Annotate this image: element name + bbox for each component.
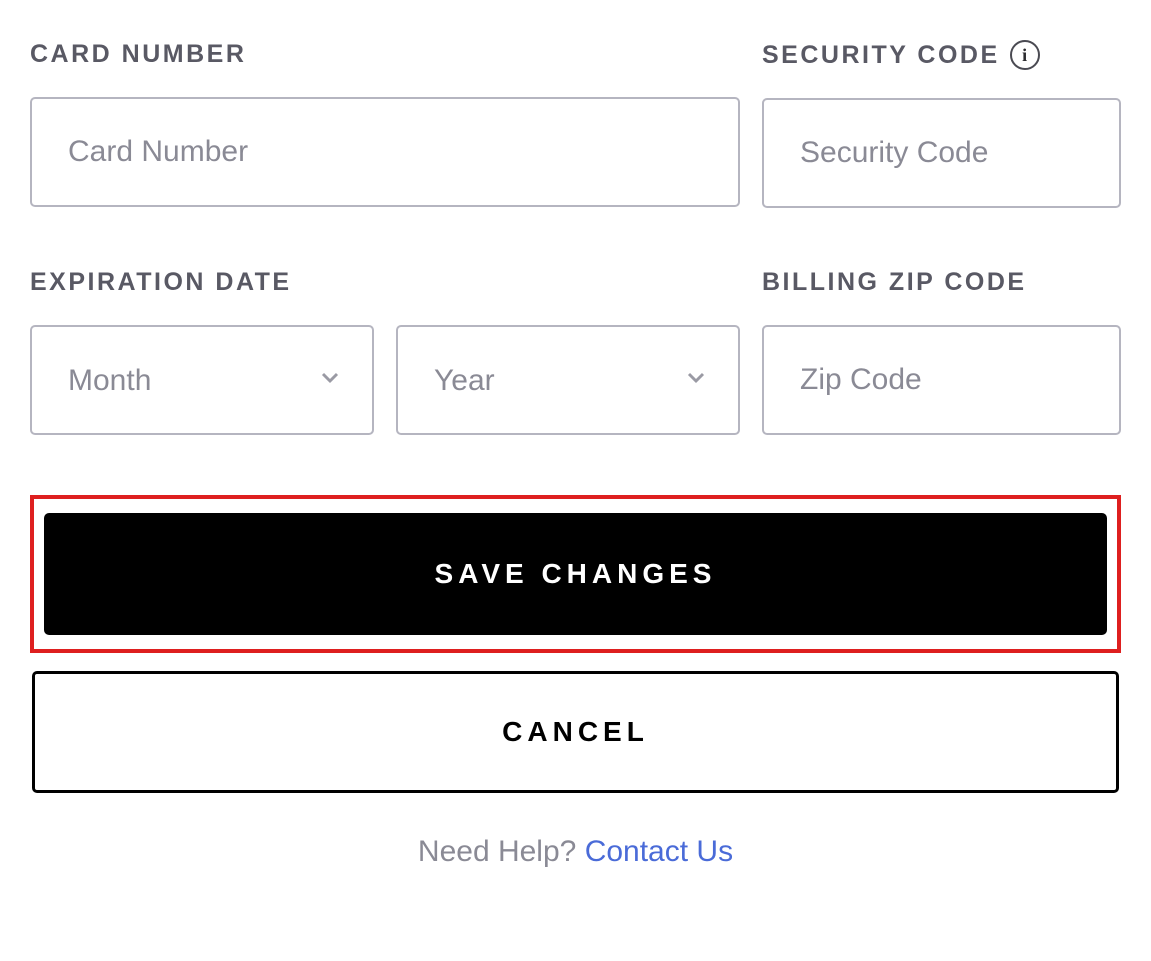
save-highlight-box: SAVE CHANGES (30, 495, 1121, 653)
year-select[interactable]: Year (396, 325, 740, 435)
security-code-group: SECURITY CODE i (762, 40, 1121, 208)
contact-us-link[interactable]: Contact Us (585, 835, 733, 868)
zip-label: BILLING ZIP CODE (762, 268, 1027, 297)
month-select-wrapper: Month (30, 325, 374, 435)
info-icon[interactable]: i (1010, 40, 1040, 70)
zip-group: BILLING ZIP CODE (762, 268, 1121, 435)
year-select-wrapper: Year (396, 325, 740, 435)
security-code-label-row: SECURITY CODE i (762, 40, 1121, 70)
zip-label-row: BILLING ZIP CODE (762, 268, 1121, 297)
month-select[interactable]: Month (30, 325, 374, 435)
security-code-label: SECURITY CODE (762, 41, 1000, 70)
expiration-select-row: Month Year (30, 325, 740, 435)
expiration-label-row: EXPIRATION DATE (30, 268, 740, 297)
expiration-group: EXPIRATION DATE Month Year (30, 268, 740, 435)
help-prompt: Need Help? (418, 835, 585, 868)
cancel-button[interactable]: CANCEL (32, 671, 1119, 793)
save-changes-button[interactable]: SAVE CHANGES (44, 513, 1107, 635)
zip-input[interactable] (762, 325, 1121, 435)
help-row: Need Help? Contact Us (30, 835, 1121, 869)
card-number-input[interactable] (30, 97, 740, 207)
card-number-label-row: CARD NUMBER (30, 40, 740, 69)
card-number-label: CARD NUMBER (30, 40, 246, 69)
security-code-input[interactable] (762, 98, 1121, 208)
card-security-row: CARD NUMBER SECURITY CODE i (30, 40, 1121, 208)
card-number-group: CARD NUMBER (30, 40, 740, 208)
expiration-label: EXPIRATION DATE (30, 268, 292, 297)
expiration-zip-row: EXPIRATION DATE Month Year (30, 268, 1121, 435)
